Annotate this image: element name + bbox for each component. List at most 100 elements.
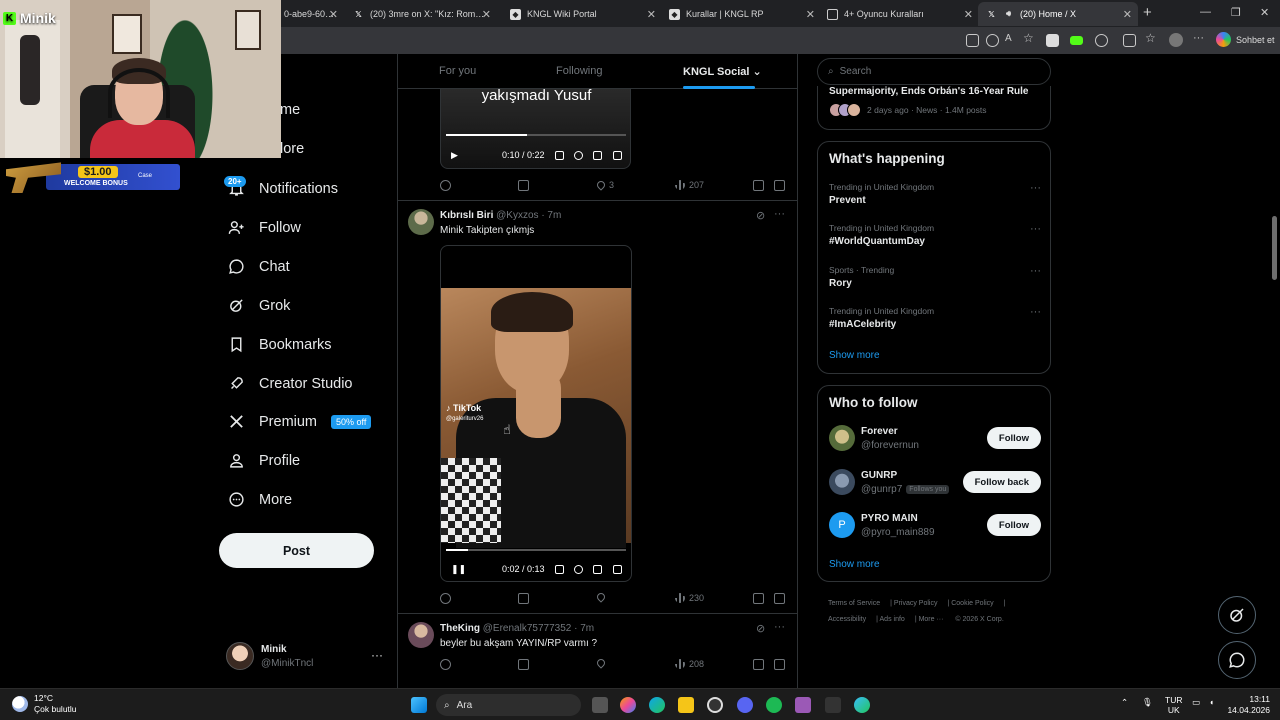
post-time[interactable]: · 7m — [541, 210, 561, 221]
profile-avatar[interactable] — [1169, 33, 1183, 47]
system-clock[interactable]: 13:11 14.04.2026 — [1226, 694, 1270, 716]
video-progress-bar[interactable] — [446, 549, 626, 551]
views-button[interactable]: 207 — [675, 180, 704, 190]
taskbar-search[interactable]: ⌕ Ara — [436, 694, 581, 716]
new-tab-icon[interactable]: + — [1143, 4, 1152, 21]
browser-tab[interactable]: ◆ Kurallar | KNGL RP ✕ — [661, 2, 821, 26]
follow-button[interactable]: Follow — [986, 514, 1041, 536]
discord-icon[interactable] — [737, 697, 753, 713]
follow-suggestion[interactable]: P PYRO MAIN @pyro_main889 Follow — [829, 511, 1041, 541]
pause-icon[interactable]: ❚❚ — [451, 564, 466, 575]
like-button[interactable]: 3 — [595, 179, 614, 191]
bookmark-button[interactable] — [753, 180, 764, 191]
reply-button[interactable] — [440, 659, 451, 670]
copilot-app-icon[interactable] — [620, 697, 636, 713]
video-player[interactable]: ♪ TikTok @galeriturv26 ☝ ❚❚ 0:02 / 0:13 — [440, 245, 632, 582]
play-icon[interactable]: ▶ — [451, 150, 458, 161]
tab-for-you[interactable]: For you — [439, 65, 476, 77]
share-button[interactable] — [774, 593, 785, 604]
author-name[interactable]: Kıbrıslı Biri — [440, 210, 493, 221]
browser-tab[interactable]: 4+ Oyuncu Kuralları ✕ — [819, 2, 979, 26]
browser-tab[interactable]: ◆ KNGL Wiki Portal ✕ — [502, 2, 662, 26]
follow-back-button[interactable]: Follow back — [962, 471, 1041, 493]
account-switcher[interactable]: Minik @MinikTncl ··· — [226, 642, 386, 672]
settings-icon[interactable] — [574, 150, 583, 160]
more-dots-icon[interactable]: ··· — [774, 208, 785, 220]
repost-button[interactable] — [518, 659, 529, 670]
speaker-icon[interactable]: 🔊︎ — [1003, 9, 1014, 20]
show-more-link[interactable]: Show more — [829, 559, 880, 570]
fullscreen-icon[interactable] — [613, 150, 622, 160]
page-scrollbar[interactable] — [1269, 54, 1280, 688]
browser-app-icon[interactable] — [854, 697, 870, 713]
menu-dots-icon[interactable]: ··· — [1193, 32, 1206, 45]
grok-icon[interactable]: ⊘ — [756, 622, 765, 635]
video-player[interactable]: yakışmadı Yusuf ▶ 0:10 / 0:22 — [440, 89, 631, 169]
nav-chat[interactable]: Chat — [228, 258, 290, 275]
weather-widget[interactable]: 12°C Çok bulutlu — [12, 693, 77, 715]
close-window-icon[interactable]: ✕ — [1260, 6, 1269, 19]
pip-icon[interactable] — [593, 564, 602, 574]
bookmark-button[interactable] — [753, 659, 764, 670]
nav-more[interactable]: More — [228, 491, 292, 508]
language-indicator[interactable]: TUR UK — [1165, 695, 1182, 715]
browser-tab[interactable]: 𝕏 (20) 3mre on X: "Kız: Romantik erk ✕ — [345, 2, 497, 26]
tray-chevron-icon[interactable]: ⌃ — [1121, 697, 1128, 708]
nav-follow[interactable]: Follow — [228, 219, 301, 236]
repost-button[interactable] — [518, 593, 529, 604]
avatar[interactable] — [408, 209, 434, 235]
footer-link[interactable]: Accessibility — [828, 616, 866, 623]
app-icon[interactable] — [825, 697, 841, 713]
share-button[interactable] — [774, 659, 785, 670]
extension-icon[interactable] — [1046, 34, 1059, 47]
favorite-star-icon[interactable]: ☆ — [1023, 31, 1036, 45]
steam-icon[interactable] — [707, 697, 723, 713]
spotify-icon[interactable] — [766, 697, 782, 713]
chat-fab[interactable] — [1218, 641, 1256, 679]
minimize-icon[interactable]: — — [1200, 6, 1211, 18]
trend-item[interactable]: Trending in United Kingdom #WorldQuantum… — [829, 223, 1041, 247]
more-dots-icon[interactable]: ··· — [774, 621, 785, 633]
read-aloud-icon[interactable]: A — [1005, 33, 1018, 46]
microphone-icon[interactable]: 🎙︎ — [1142, 697, 1153, 708]
follow-suggestion[interactable]: Forever @forevernun Follow — [829, 424, 1041, 454]
extensions-puzzle-icon[interactable] — [1123, 34, 1136, 47]
refresh-extension-icon[interactable] — [1095, 34, 1108, 47]
more-dots-icon[interactable]: ··· — [1030, 306, 1041, 318]
footer-link[interactable]: Ads info — [880, 616, 905, 623]
share-button[interactable] — [774, 180, 785, 191]
like-button[interactable] — [595, 657, 607, 669]
volume-icon[interactable] — [555, 150, 564, 160]
nav-creator-studio[interactable]: Creator Studio — [228, 375, 353, 392]
translate-icon[interactable] — [986, 34, 999, 47]
nav-explore[interactable]: lore — [280, 141, 304, 157]
follow-button[interactable]: Follow — [986, 427, 1041, 449]
author-handle[interactable]: @Kyxzos — [496, 210, 538, 221]
avatar[interactable] — [408, 622, 434, 648]
trend-item[interactable]: Sports · Trending Rory ··· — [829, 265, 1041, 289]
views-button[interactable]: 208 — [675, 659, 704, 669]
nav-grok[interactable]: Grok — [228, 297, 290, 314]
browser-tab-active[interactable]: 𝕏 🔊︎ (20) Home / X ✕ — [978, 2, 1138, 26]
apps-icon[interactable] — [966, 34, 979, 47]
favorites-icon[interactable]: ☆ — [1145, 31, 1158, 45]
news-card[interactable]: Supermajority, Ends Orbán's 16-Year Rule… — [817, 86, 1051, 130]
pip-icon[interactable] — [593, 150, 602, 160]
restore-icon[interactable]: ❐ — [1231, 6, 1241, 19]
kick-extension-icon[interactable] — [1070, 36, 1083, 45]
search-input[interactable]: ⌕ Search — [817, 58, 1051, 85]
grok-icon[interactable]: ⊘ — [756, 209, 765, 222]
close-icon[interactable]: ✕ — [647, 8, 656, 21]
repost-button[interactable] — [518, 180, 529, 191]
grok-fab[interactable] — [1218, 596, 1256, 634]
bookmark-button[interactable] — [753, 593, 764, 604]
volume-icon[interactable]: ◖ — [1209, 697, 1214, 707]
scrollbar-thumb[interactable] — [1272, 216, 1277, 280]
close-icon[interactable]: ✕ — [964, 8, 973, 21]
reply-button[interactable] — [440, 180, 451, 191]
reply-button[interactable] — [440, 593, 451, 604]
windows-start-icon[interactable] — [411, 697, 427, 713]
task-view-icon[interactable] — [592, 697, 608, 713]
footer-link[interactable]: Terms of Service — [828, 600, 880, 607]
file-explorer-icon[interactable] — [678, 697, 694, 713]
